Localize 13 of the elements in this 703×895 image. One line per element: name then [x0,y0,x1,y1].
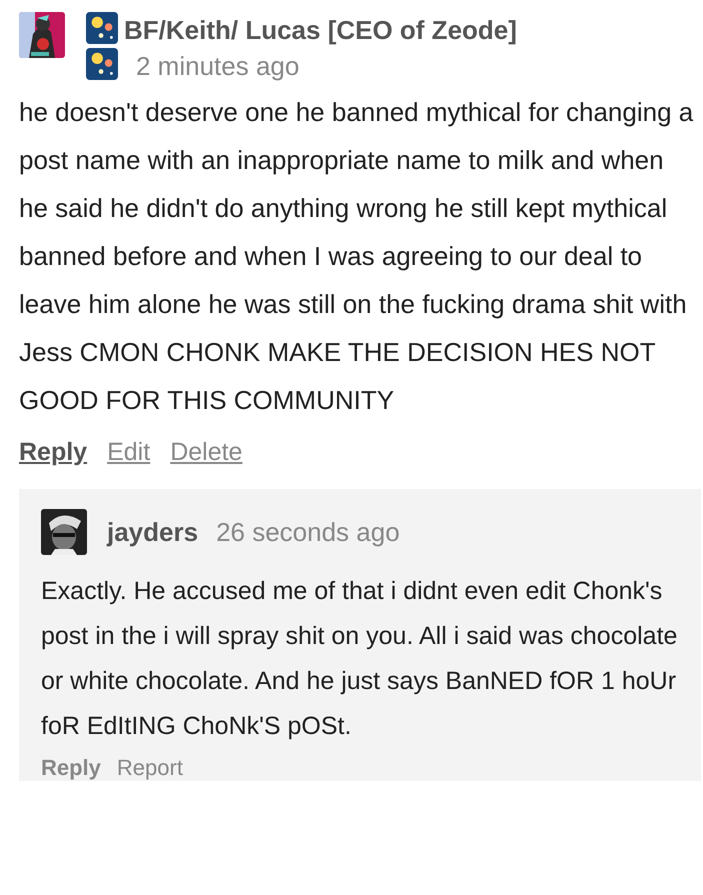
fireworks-icon [86,12,118,44]
author-name[interactable]: jayders [107,516,198,548]
action-link[interactable]: Delete [170,438,242,467]
action-link[interactable]: Reply [19,438,88,467]
reply-text: Exactly. He accused me of that i didnt even edit Chonk's post in the i will spray shit on you. All i said was chocolate or white chocolate. And he just says BanNED fOR 1 hoUr foR EdItING ChoNk'S pOSt. [41,576,678,742]
author-name[interactable]: BF/Keith/ Lucas [CEO of Zeode] [124,12,517,48]
action-link[interactable]: Report [116,755,183,781]
comment-text: he doesn't deserve one he banned mythical for changing a post name with an inappropriate name to milk and when he said he didn't do anything wrong he still kept mythical banned before and when I was agreeing to our deal to leave him alone he was still on the fucking drama shit with Jess CMON CHONK MAKE THE DECISION HES NOT GOOD FOR THIS COMMUNITY [19,96,694,417]
timestamp: 26 seconds ago [216,516,400,548]
action-link[interactable]: Edit [107,438,150,467]
fireworks-icon [86,48,118,80]
action-link[interactable]: Reply [41,755,101,781]
timestamp: 2 minutes ago [136,50,300,83]
